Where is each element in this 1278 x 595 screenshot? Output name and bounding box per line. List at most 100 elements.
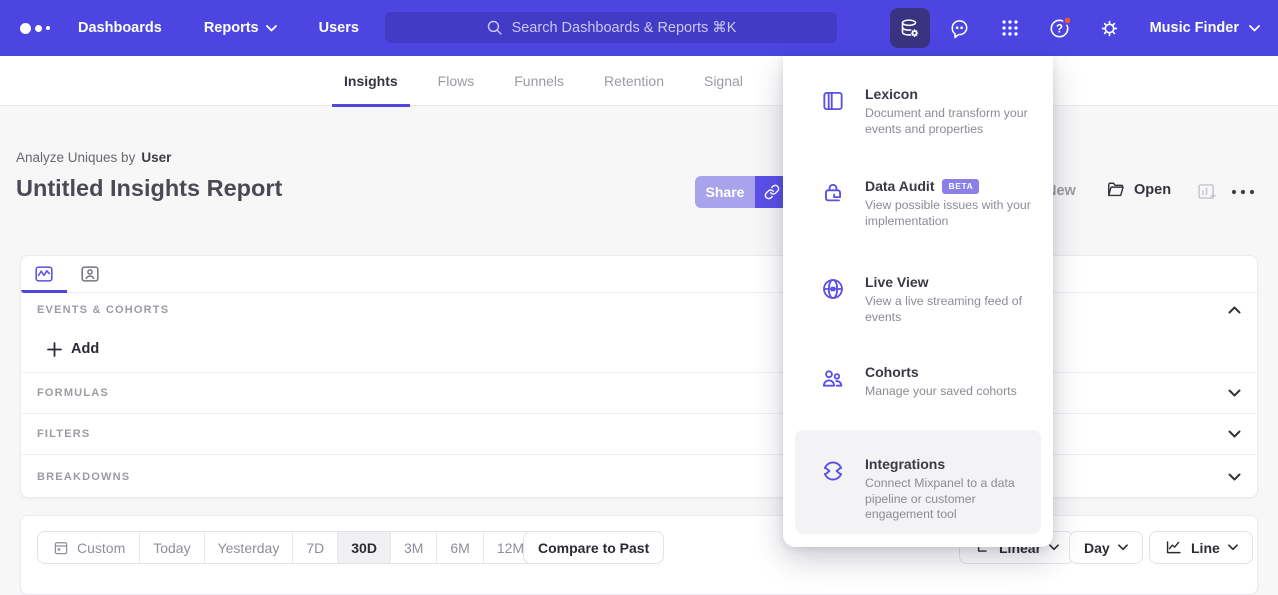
add-to-dashboard-button[interactable] (1196, 181, 1217, 207)
range-yesterday[interactable]: Yesterday (204, 532, 293, 563)
nav-item-label: Users (319, 20, 359, 36)
builder-tab-metrics[interactable] (21, 256, 67, 292)
top-navbar: Dashboards Reports Users Search Dashboar… (0, 0, 1278, 56)
chart-type-selector-button[interactable]: Line (1149, 531, 1253, 564)
query-builder-card: EVENTS & COHORTS Add FORMULAS FILTERS BR… (20, 255, 1258, 498)
help-button[interactable]: ? (1040, 8, 1080, 48)
range-label: Custom (77, 540, 125, 556)
compare-to-past-button[interactable]: Compare to Past (523, 531, 664, 564)
mixpanel-logo[interactable] (20, 0, 50, 56)
link-icon (764, 184, 780, 200)
add-event-button[interactable]: Add (47, 341, 99, 357)
nav-item-dashboards[interactable]: Dashboards (78, 20, 162, 36)
analyze-entity[interactable]: User (141, 150, 171, 165)
menu-item-cohorts[interactable]: Cohorts Manage your saved cohorts (783, 364, 1053, 400)
range-3m[interactable]: 3M (390, 532, 436, 563)
nav-item-reports[interactable]: Reports (204, 20, 277, 36)
tab-funnels[interactable]: Funnels (502, 56, 576, 106)
share-button[interactable]: Share (695, 176, 755, 208)
compare-label: Compare to Past (538, 540, 649, 556)
menu-item-description: Manage your saved cohorts (865, 384, 1041, 400)
menu-item-title: Lexicon (865, 86, 918, 102)
apps-grid-button[interactable] (990, 8, 1030, 48)
kebab-menu-icon (1230, 187, 1256, 197)
menu-item-live-view[interactable]: Live View View a live streaming feed of … (783, 274, 1053, 325)
nav-item-label: Dashboards (78, 20, 162, 36)
cohorts-people-icon (820, 366, 846, 392)
data-management-dropdown: Lexicon Document and transform your even… (783, 56, 1053, 547)
range-custom[interactable]: Custom (38, 532, 139, 563)
interval-selector-button[interactable]: Day (1069, 531, 1143, 564)
tab-signal[interactable]: Signal (692, 56, 755, 106)
tab-label: Flows (438, 73, 475, 89)
menu-item-data-audit[interactable]: Data Audit BETA View possible issues wit… (783, 178, 1053, 229)
tab-insights[interactable]: Insights (332, 56, 410, 106)
tab-label: Insights (344, 73, 398, 89)
logo-dot (20, 23, 31, 34)
settings-button[interactable] (1090, 8, 1130, 48)
svg-text:?: ? (1056, 24, 1063, 36)
open-report-button[interactable]: Open (1106, 180, 1171, 199)
data-management-button[interactable] (890, 8, 930, 48)
beta-badge: BETA (942, 179, 979, 194)
collapse-section-button[interactable] (1228, 306, 1241, 314)
menu-item-lexicon[interactable]: Lexicon Document and transform your even… (783, 86, 1053, 137)
section-label: FORMULAS (37, 387, 109, 399)
live-view-globe-icon (820, 276, 846, 302)
range-today[interactable]: Today (139, 532, 203, 563)
menu-item-title: Cohorts (865, 364, 919, 380)
feedback-button[interactable] (940, 8, 980, 48)
builder-tab-users[interactable] (67, 256, 113, 292)
chevron-down-icon (1228, 430, 1241, 438)
lexicon-book-icon (820, 88, 846, 114)
chevron-down-icon (1249, 25, 1260, 32)
expand-section-button[interactable] (1228, 430, 1241, 438)
user-profile-icon (79, 263, 101, 285)
builder-tabs (21, 256, 1257, 293)
analyze-by-line: Analyze Uniques by User (16, 150, 171, 165)
data-audit-lock-icon (820, 180, 846, 206)
range-label: 30D (351, 540, 377, 556)
more-options-button[interactable] (1230, 184, 1256, 202)
menu-item-description: View possible issues with your implement… (865, 198, 1041, 229)
menu-item-description: View a live streaming feed of events (865, 294, 1041, 325)
section-filters[interactable]: FILTERS (21, 413, 1257, 454)
expand-section-button[interactable] (1228, 389, 1241, 397)
menu-item-title: Live View (865, 274, 929, 290)
range-30d[interactable]: 30D (337, 532, 390, 563)
range-7d[interactable]: 7D (292, 532, 337, 563)
nav-item-label: Reports (204, 20, 259, 36)
menu-item-integrations[interactable]: Integrations Connect Mixpanel to a data … (783, 456, 1053, 523)
chart-type-label: Line (1191, 540, 1220, 556)
search-input[interactable]: Search Dashboards & Reports ⌘K (385, 12, 837, 43)
database-gear-icon (898, 17, 921, 40)
section-breakdowns[interactable]: BREAKDOWNS (21, 454, 1257, 498)
nav-item-users[interactable]: Users (319, 20, 359, 36)
folder-icon (1106, 180, 1125, 199)
interval-label: Day (1084, 540, 1110, 556)
plus-icon (47, 342, 62, 357)
project-selector[interactable]: Music Finder (1150, 20, 1260, 36)
tab-retention[interactable]: Retention (592, 56, 676, 106)
chevron-down-icon (1118, 544, 1128, 551)
section-label: FILTERS (37, 428, 90, 440)
gear-icon (1098, 17, 1121, 40)
grid-dots-icon (999, 17, 1021, 39)
tab-flows[interactable]: Flows (426, 56, 487, 106)
logo-dot (46, 26, 50, 30)
range-6m[interactable]: 6M (436, 532, 482, 563)
chevron-down-icon (1228, 544, 1238, 551)
tab-label: Funnels (514, 73, 564, 89)
project-name: Music Finder (1150, 20, 1239, 36)
page-title[interactable]: Untitled Insights Report (16, 175, 282, 202)
range-label: 12M (497, 540, 524, 556)
range-label: 6M (450, 540, 469, 556)
menu-item-description: Connect Mixpanel to a data pipeline or c… (865, 476, 1041, 523)
expand-section-button[interactable] (1228, 473, 1241, 481)
range-label: 7D (306, 540, 324, 556)
help-icon: ? (1048, 16, 1072, 40)
chart-controls-card: Custom Today Yesterday 7D 30D 3M 6M 12M … (20, 515, 1258, 595)
analyze-prefix: Analyze Uniques by (16, 150, 135, 165)
search-placeholder: Search Dashboards & Reports ⌘K (512, 20, 737, 36)
section-formulas[interactable]: FORMULAS (21, 372, 1257, 413)
